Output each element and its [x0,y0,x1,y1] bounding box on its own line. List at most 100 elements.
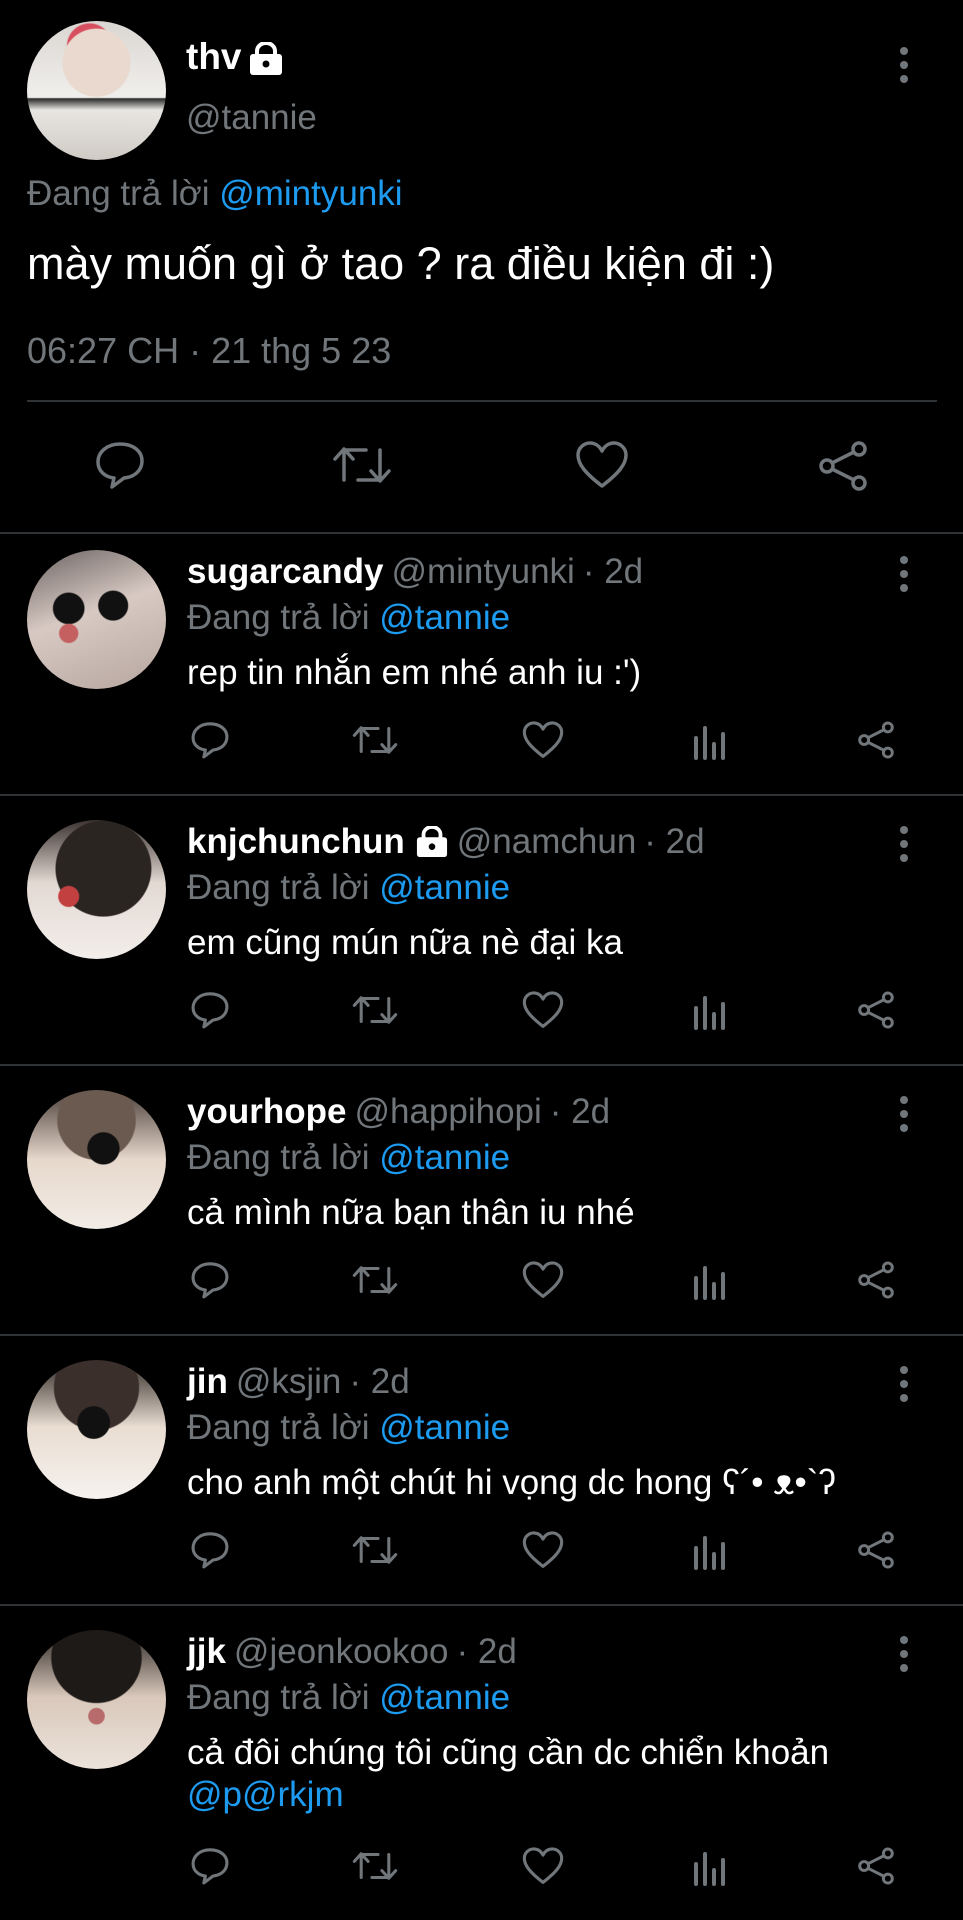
retweet-icon[interactable] [352,1846,398,1886]
separator [27,400,937,402]
divider [0,1604,963,1606]
reply-icon[interactable] [190,990,230,1030]
retweet-icon[interactable] [352,720,398,760]
avatar[interactable] [27,1630,166,1769]
replying-to: Đang trả lời @tannie [187,1138,510,1178]
retweet-icon[interactable] [352,1530,398,1570]
share-icon[interactable] [856,1530,896,1570]
analytics-icon[interactable] [692,1530,728,1570]
tweet-body: cho anh một chút hi vọng dc hong ʕ´• ᴥ•`… [187,1463,836,1502]
mention-link[interactable]: @p@rkjm [187,1774,907,1816]
replying-to: Đang trả lời @tannie [187,1408,510,1448]
reply-prefix: Đang trả lời [187,598,370,637]
reply-header: jjk @jeonkookoo · 2d [187,1632,517,1672]
tweet-text: cả mình nữa bạn thân iu nhé [187,1192,907,1234]
reply-header: jin @ksjin · 2d [187,1362,410,1402]
action-bar [0,1846,963,1890]
reply-mention-link[interactable]: @tannie [379,1138,510,1177]
tweet-body: rep tin nhắn em nhé anh iu :') [187,653,642,692]
avatar[interactable] [27,1090,166,1229]
reply-mention-link[interactable]: @tannie [379,1678,510,1717]
reply-header: yourhope @happihopi · 2d [187,1092,610,1132]
lock-icon [415,826,449,858]
share-icon[interactable] [816,440,870,492]
more-options-icon[interactable] [896,1094,912,1134]
divider [0,1064,963,1066]
reply-icon[interactable] [94,440,146,490]
reply-tweet[interactable]: jin @ksjin · 2d Đang trả lời @tannie cho… [0,1344,963,1612]
replying-to: Đang trả lời @tannie [187,598,510,638]
reply-tweet[interactable]: yourhope @happihopi · 2d Đang trả lời @t… [0,1074,963,1342]
user-handle[interactable]: @tannie [186,98,317,138]
display-name[interactable]: jin [187,1362,228,1402]
like-icon[interactable] [575,440,629,490]
analytics-icon[interactable] [692,1260,728,1300]
tweet-age: · 2d [456,1632,517,1671]
reply-tweet[interactable]: sugarcandy @mintyunki · 2d Đang trả lời … [0,534,963,802]
share-icon[interactable] [856,720,896,760]
reply-mention-link[interactable]: @tannie [379,868,510,907]
action-bar [0,990,963,1034]
like-icon[interactable] [522,720,564,760]
analytics-icon[interactable] [692,990,728,1030]
tweet-text: rep tin nhắn em nhé anh iu :') [187,652,907,694]
tweet-text: em cũng mún nữa nè đại ka [187,922,907,964]
display-name[interactable]: jjk [187,1632,226,1672]
share-icon[interactable] [856,990,896,1030]
replying-to: Đang trả lời @mintyunki [27,174,403,214]
avatar[interactable] [27,820,166,959]
reply-prefix: Đang trả lời [187,868,370,907]
reply-mention-link[interactable]: @mintyunki [219,174,402,213]
action-bar [0,1260,963,1304]
reply-icon[interactable] [190,1530,230,1570]
action-bar [0,1530,963,1574]
more-options-icon[interactable] [896,554,912,594]
like-icon[interactable] [522,1846,564,1886]
reply-tweet[interactable]: jjk @jeonkookoo · 2d Đang trả lời @tanni… [0,1614,963,1920]
user-handle[interactable]: @happihopi [354,1092,541,1132]
replying-to: Đang trả lời @tannie [187,868,510,908]
more-options-icon[interactable] [896,824,912,864]
share-icon[interactable] [856,1260,896,1300]
tweet-timestamp[interactable]: 06:27 CH · 21 thg 5 23 [27,330,391,372]
display-name[interactable]: knjchunchun [187,822,405,862]
display-name[interactable]: thv [186,36,242,78]
tweet-age: · 2d [582,552,644,591]
analytics-icon[interactable] [692,1846,728,1886]
user-handle[interactable]: @namchun [457,822,637,862]
reply-tweet[interactable]: knjchunchun @namchun · 2d Đang trả lời @… [0,804,963,1072]
display-name[interactable]: yourhope [187,1092,346,1132]
share-icon[interactable] [856,1846,896,1886]
tweet-text: mày muốn gì ở tao ? ra điều kiện đi :) [27,238,775,289]
user-handle[interactable]: @jeonkookoo [234,1632,449,1672]
more-options-icon[interactable] [896,1634,912,1674]
main-tweet: thv @tannie Đang trả lời @mintyunki mày … [0,0,963,532]
reply-header: knjchunchun @namchun · 2d [187,822,705,862]
like-icon[interactable] [522,1530,564,1570]
like-icon[interactable] [522,990,564,1030]
reply-mention-link[interactable]: @tannie [379,1408,510,1447]
more-options-icon[interactable] [896,1364,912,1404]
tweet-text: cho anh một chút hi vọng dc hong ʕ´• ᴥ•`… [187,1462,907,1504]
avatar[interactable] [27,1360,166,1499]
user-handle[interactable]: @ksjin [236,1362,342,1402]
like-icon[interactable] [522,1260,564,1300]
reply-mention-link[interactable]: @tannie [379,598,510,637]
reply-icon[interactable] [190,1846,230,1886]
reply-prefix: Đang trả lời [187,1678,370,1717]
display-name[interactable]: sugarcandy [187,552,383,592]
user-handle[interactable]: @mintyunki [391,552,574,592]
divider [0,1334,963,1336]
reply-header: sugarcandy @mintyunki · 2d [187,552,643,592]
avatar[interactable] [27,550,166,689]
retweet-icon[interactable] [352,990,398,1030]
retweet-icon[interactable] [332,440,392,490]
avatar[interactable] [27,21,166,160]
reply-icon[interactable] [190,720,230,760]
more-options-icon[interactable] [896,45,912,85]
analytics-icon[interactable] [692,720,728,760]
reply-icon[interactable] [190,1260,230,1300]
tweet-body: cả mình nữa bạn thân iu nhé [187,1193,635,1232]
retweet-icon[interactable] [352,1260,398,1300]
lock-icon [248,42,284,76]
